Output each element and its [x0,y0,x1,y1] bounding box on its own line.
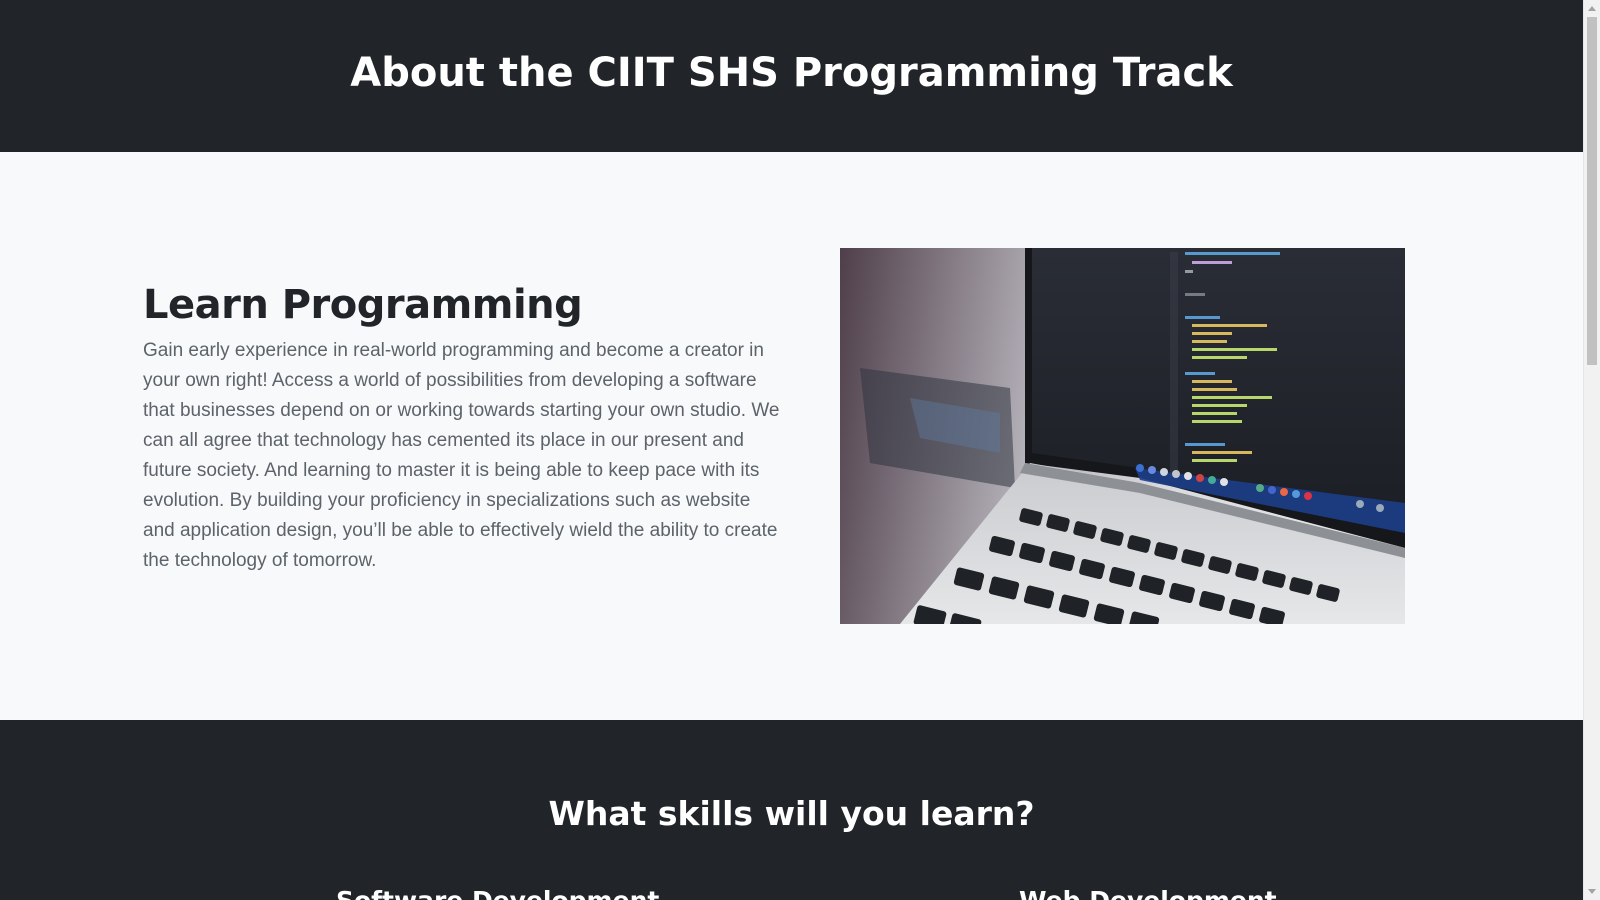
scroll-up-arrow-icon[interactable] [1588,6,1596,11]
about-description: Gain early experience in real-world prog… [143,340,780,571]
laptop-illustration [840,248,1405,624]
skill-title-software-development: Software Development [336,886,659,900]
skill-title-web-development: Web Development [1019,886,1277,900]
page-title: About the CIIT SHS Programming Track [350,50,1233,96]
page: About the CIIT SHS Programming Track Lea… [0,0,1583,900]
scroll-down-arrow-icon[interactable] [1588,889,1596,894]
vertical-scrollbar[interactable] [1583,0,1600,900]
about-section: Learn Programming Gain early experience … [0,152,1583,720]
laptop-image [840,248,1405,624]
skills-heading: What skills will you learn? [548,794,1035,833]
about-heading: Learn Programming [143,282,583,328]
about-text: Learn Programming Gain early experience … [143,282,783,576]
skills-section: What skills will you learn? Software Dev… [0,720,1583,900]
scrollbar-thumb[interactable] [1587,17,1597,365]
page-header: About the CIIT SHS Programming Track [0,0,1583,152]
